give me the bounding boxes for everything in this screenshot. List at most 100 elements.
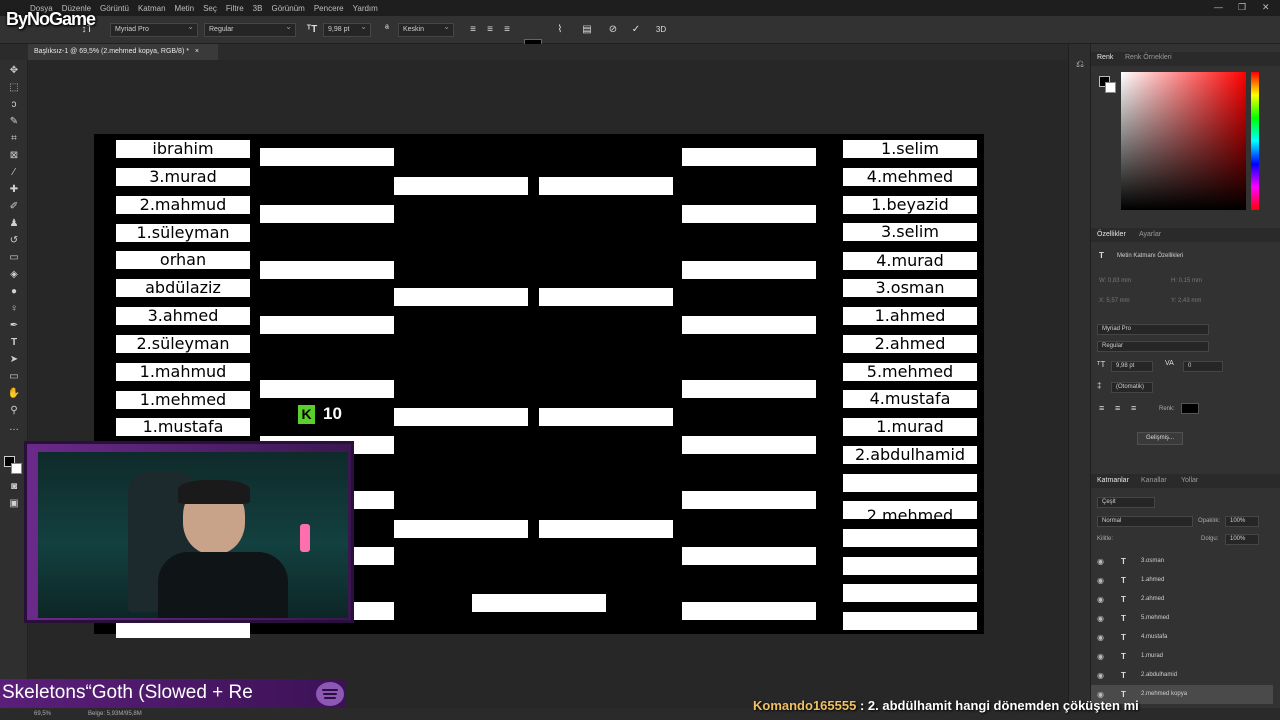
brush-tool-icon[interactable]: ✐: [7, 200, 21, 214]
font-style-select[interactable]: Regular: [204, 21, 296, 37]
clone-stamp-icon[interactable]: ♟: [7, 217, 21, 231]
opacity-input[interactable]: 100%: [1225, 516, 1259, 527]
move-tool-icon[interactable]: ✥: [7, 64, 21, 78]
menu-window[interactable]: Pencere: [314, 4, 344, 13]
bracket-slot[interactable]: [539, 288, 673, 306]
align-center-icon[interactable]: ≡: [483, 23, 497, 37]
crop-tool-icon[interactable]: ⌗: [7, 132, 21, 146]
layer-row[interactable]: ◉ T 4.mustafa: [1091, 628, 1273, 647]
eyedropper-tool-icon[interactable]: ⁄: [7, 166, 21, 180]
tab-swatches[interactable]: Renk Örnekleri: [1125, 54, 1172, 61]
prop-width[interactable]: W: 0,83 mm: [1099, 278, 1131, 284]
3d-icon[interactable]: 3D: [654, 23, 668, 37]
menu-view[interactable]: Görünüm: [271, 4, 304, 13]
layer-row[interactable]: ◉ T 3.osman: [1091, 552, 1273, 571]
left-name-box[interactable]: 1.mehmed: [116, 391, 250, 409]
layer-row[interactable]: ◉ T 2.ahmed: [1091, 590, 1273, 609]
bracket-slot[interactable]: [260, 380, 394, 398]
bracket-slot[interactable]: [539, 520, 673, 538]
layer-filter-select[interactable]: Çeşit: [1097, 497, 1155, 508]
menu-select[interactable]: Seç: [203, 4, 217, 13]
bracket-slot[interactable]: [260, 205, 394, 223]
tab-channels[interactable]: Kanallar: [1141, 477, 1167, 484]
visibility-eye-icon[interactable]: ◉: [1097, 628, 1104, 647]
bracket-slot[interactable]: [682, 380, 816, 398]
marquee-tool-icon[interactable]: ⬚: [7, 81, 21, 95]
frame-tool-icon[interactable]: ⊠: [7, 149, 21, 163]
left-name-box[interactable]: 2.süleyman: [116, 335, 250, 353]
prop-x[interactable]: X: 5,57 mm: [1099, 298, 1130, 304]
right-name-box[interactable]: 4.mehmed: [843, 168, 977, 186]
tab-layers[interactable]: Katmanlar: [1097, 477, 1129, 484]
bracket-slot[interactable]: [394, 288, 528, 306]
right-name-box[interactable]: [843, 474, 977, 492]
quick-select-tool-icon[interactable]: ✎: [7, 115, 21, 129]
bracket-slot[interactable]: [682, 261, 816, 279]
right-name-box[interactable]: 2.abdulhamid: [843, 446, 977, 464]
history-panel-icon[interactable]: ⎌: [1073, 58, 1087, 72]
editing-text[interactable]: 2.mehmed: [867, 507, 953, 520]
right-name-box[interactable]: 3.osman: [843, 279, 977, 297]
minimize-icon[interactable]: —: [1214, 2, 1223, 12]
align-center-icon[interactable]: ≡: [1115, 403, 1120, 413]
right-name-box[interactable]: 1.beyazid: [843, 196, 977, 214]
left-name-box[interactable]: orhan: [116, 251, 250, 269]
rectangle-tool-icon[interactable]: ▭: [7, 370, 21, 384]
advanced-button[interactable]: Gelişmiş...: [1137, 432, 1183, 445]
pen-tool-icon[interactable]: ✒: [7, 319, 21, 333]
bracket-slot[interactable]: [394, 408, 528, 426]
left-name-box[interactable]: 1.süleyman: [116, 224, 250, 242]
paint-bucket-icon[interactable]: ◈: [7, 268, 21, 282]
prop-color-swatch[interactable]: [1181, 403, 1199, 414]
right-name-box[interactable]: 2.ahmed: [843, 335, 977, 353]
bracket-slot[interactable]: [260, 261, 394, 279]
right-name-box[interactable]: 3.selim: [843, 223, 977, 241]
zoom-tool-icon[interactable]: ⚲: [7, 404, 21, 418]
right-name-box[interactable]: 4.murad: [843, 252, 977, 270]
cancel-icon[interactable]: ⊘: [606, 23, 620, 37]
bg-color-swatch[interactable]: [1105, 82, 1116, 93]
bracket-slot[interactable]: [682, 148, 816, 166]
visibility-eye-icon[interactable]: ◉: [1097, 647, 1104, 666]
prop-style-select[interactable]: Regular: [1097, 341, 1209, 352]
right-name-box[interactable]: 5.mehmed: [843, 363, 977, 381]
left-name-box[interactable]: 3.murad: [116, 168, 250, 186]
bracket-slot[interactable]: [682, 602, 816, 620]
quick-mask-icon[interactable]: ◙: [7, 480, 21, 494]
layer-row[interactable]: ◉ T 1.murad: [1091, 647, 1273, 666]
bracket-slot[interactable]: [843, 529, 977, 547]
history-brush-icon[interactable]: ↺: [7, 234, 21, 248]
bracket-slot[interactable]: [682, 491, 816, 509]
left-name-box[interactable]: 2.mahmud: [116, 196, 250, 214]
right-name-box[interactable]: 1.ahmed: [843, 307, 977, 325]
tab-close-icon[interactable]: ×: [195, 48, 199, 55]
bracket-slot[interactable]: [394, 520, 528, 538]
bracket-slot[interactable]: [539, 408, 673, 426]
align-left-icon[interactable]: ≡: [1099, 403, 1104, 413]
menu-3d[interactable]: 3B: [253, 4, 263, 13]
warp-text-icon[interactable]: ⌇: [553, 23, 567, 37]
layer-row[interactable]: ◉ T 2.abdulhamid: [1091, 666, 1273, 685]
menu-layer[interactable]: Katman: [138, 4, 166, 13]
font-family-select[interactable]: Myriad Pro: [110, 21, 198, 37]
layer-row[interactable]: ◉ T 5.mehmed: [1091, 609, 1273, 628]
prop-size-select[interactable]: 9,98 pt: [1111, 361, 1153, 372]
right-name-box[interactable]: 1.selim: [843, 140, 977, 158]
layer-row[interactable]: ◉ T 1.ahmed: [1091, 571, 1273, 590]
healing-brush-icon[interactable]: ✚: [7, 183, 21, 197]
document-tab[interactable]: Başlıksız-1 @ 69,5% (2.mehmed kopya, RGB…: [28, 44, 218, 60]
left-name-box[interactable]: 1.mahmud: [116, 363, 250, 381]
left-name-box[interactable]: 3.ahmed: [116, 307, 250, 325]
bracket-slot[interactable]: [682, 436, 816, 454]
bracket-slot[interactable]: [260, 148, 394, 166]
blur-tool-icon[interactable]: ●: [7, 285, 21, 299]
bracket-slot[interactable]: [260, 316, 394, 334]
type-tool-icon[interactable]: T: [7, 336, 21, 350]
path-select-icon[interactable]: ➤: [7, 353, 21, 367]
zoom-level[interactable]: 69,5%: [34, 711, 51, 717]
bracket-slot[interactable]: [682, 547, 816, 565]
align-right-icon[interactable]: ≡: [1131, 403, 1136, 413]
dodge-tool-icon[interactable]: ♀: [7, 302, 21, 316]
prop-font-select[interactable]: Myriad Pro: [1097, 324, 1209, 335]
blend-mode-select[interactable]: Normal: [1097, 516, 1193, 527]
